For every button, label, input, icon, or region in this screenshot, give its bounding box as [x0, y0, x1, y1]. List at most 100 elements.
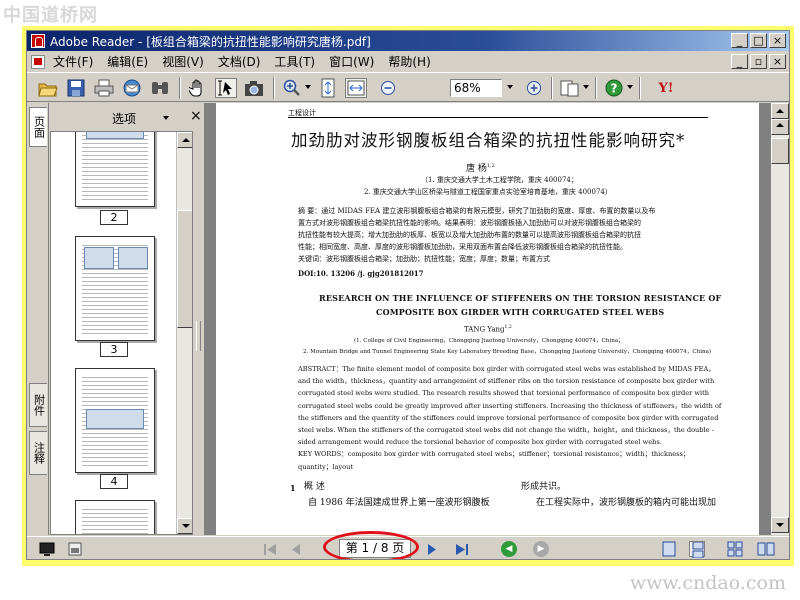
save-icon[interactable]: [65, 78, 87, 98]
thumbnail-label-3[interactable]: 3: [100, 342, 128, 357]
navigation-tabs: 页面 附件 注释: [27, 103, 49, 535]
minimize-button[interactable]: _: [731, 33, 748, 48]
zoom-out-icon[interactable]: [377, 78, 399, 98]
thumb-scroll-down-button[interactable]: [177, 518, 192, 534]
tab-attachments[interactable]: 附件: [29, 383, 47, 427]
menu-help[interactable]: 帮助(H): [388, 53, 430, 70]
paper-title-en-1: RESEARCH ON THE INFLUENCE OF STIFFENERS …: [319, 293, 722, 303]
select-tool-icon[interactable]: [215, 78, 237, 98]
doc-minimize-button[interactable]: _: [731, 54, 748, 69]
open-icon[interactable]: [37, 78, 59, 98]
adobe-reader-icon: [31, 34, 45, 48]
doc-page-up-button[interactable]: [771, 119, 789, 135]
author-cn-superscript: 1,2: [486, 163, 495, 169]
facing-icon[interactable]: [727, 541, 743, 557]
yahoo-label: Y!: [658, 80, 674, 96]
previous-page-icon[interactable]: [291, 543, 301, 556]
doc-close-button[interactable]: ×: [769, 54, 786, 69]
menu-view[interactable]: 视图(V): [162, 53, 204, 70]
toolbar: 68% ? Y!: [27, 72, 789, 102]
go-forward-icon[interactable]: ▶: [533, 541, 549, 557]
thumbnail-page-3[interactable]: [75, 236, 155, 341]
abstract-en-line: the stiffeners and the quantity of the s…: [298, 413, 719, 422]
zoom-dropdown-arrow[interactable]: [507, 85, 513, 89]
keywords-en-1: KEY WORDS：composite box girder with corr…: [298, 450, 690, 459]
document-menu-icon[interactable]: [31, 54, 45, 69]
svg-text:?: ?: [611, 82, 618, 96]
title-bar[interactable]: Adobe Reader - [板组合箱梁的抗扭性能影响研究唐杨.pdf] _ …: [27, 31, 789, 51]
tab-comments[interactable]: 注释: [29, 431, 47, 475]
thumb-scroll-thumb[interactable]: [177, 210, 192, 328]
keywords-cn: 关键词：波形钢腹板组合箱梁；加劲肋；抗扭性能；宽度；厚度；数量；布置方式: [298, 255, 550, 263]
thumbnail-figure: [86, 409, 144, 429]
doc-restore-button[interactable]: ▫: [750, 54, 767, 69]
author-en: TANG Yang1,2: [464, 325, 512, 333]
close-button[interactable]: ×: [769, 33, 786, 48]
pdf-page: 工程设计 加劲肋对波形钢腹板组合箱梁的抗扭性能影响研究* 唐 杨1,2 （1. …: [216, 103, 759, 535]
paper-title-en-2: COMPOSITE BOX GIRDER WITH CORRUGATED STE…: [376, 307, 665, 317]
reader-window: Adobe Reader - [板组合箱梁的抗扭性能影响研究唐杨.pdf] _ …: [26, 30, 790, 560]
fit-page-icon[interactable]: [317, 78, 339, 98]
email-icon[interactable]: [121, 78, 143, 98]
status-bar: 第 1 / 8 页 ◀ ▶: [27, 531, 789, 559]
thumbnail-label-2[interactable]: 2: [100, 210, 128, 225]
section-title: 概 述: [304, 482, 325, 492]
thumbnail-label-4[interactable]: 4: [100, 474, 128, 489]
doc-scroll-down-button[interactable]: [771, 517, 789, 533]
page-layout-icon[interactable]: [559, 78, 581, 98]
keywords-en-2: quantity；layout: [298, 462, 354, 471]
affiliation-cn-2: 2. 重庆交通大学山区桥梁与隧道工程国家重点实验室培育基地，重庆 400074）: [364, 188, 612, 196]
tab-pages[interactable]: 页面: [29, 107, 47, 147]
fit-width-icon[interactable]: [345, 78, 367, 98]
thumbnail-page-2[interactable]: [75, 132, 155, 207]
thumbnail-page-5[interactable]: [75, 500, 155, 534]
hand-tool-icon[interactable]: [187, 78, 209, 98]
menu-edit[interactable]: 编辑(E): [107, 53, 148, 70]
first-page-icon[interactable]: [263, 543, 277, 556]
continuous-facing-icon[interactable]: [757, 541, 775, 557]
doc-scroll-up-button[interactable]: [771, 103, 789, 119]
abstract-cn-line: 性能；相同宽度、高度、厚度的波形钢腹板加劲肋，采用双面布置会降低波形钢腹板组合箱…: [298, 243, 627, 251]
monitor-icon[interactable]: [39, 541, 55, 557]
document-view: 工程设计 加劲肋对波形钢腹板组合箱梁的抗扭性能影响研究* 唐 杨1,2 （1. …: [204, 103, 771, 535]
last-page-icon[interactable]: [455, 543, 469, 556]
help-icon[interactable]: ?: [603, 78, 625, 98]
abstract-en-line: corrugated steel webs were studied. The …: [298, 389, 710, 398]
abstract-en-line: and the width，thickness，quantity and arr…: [298, 377, 715, 386]
options-menu[interactable]: 选项: [112, 110, 136, 127]
thumbnail-figure: [84, 247, 114, 269]
thumbnail-page-4[interactable]: [75, 368, 155, 473]
maximize-button[interactable]: □: [750, 33, 767, 48]
section-number: 1: [290, 483, 296, 493]
watermark-bottom: www.cndao.com: [629, 572, 786, 594]
abstract-cn-line: 摘 要：通过 MIDAS FEA 建立波形钢腹板组合箱梁的有限元模型，研究了加劲…: [298, 207, 656, 215]
thumb-scroll-up-button[interactable]: [177, 132, 192, 148]
search-icon[interactable]: [149, 78, 171, 98]
menu-tools[interactable]: 工具(T): [274, 53, 315, 70]
snapshot-icon[interactable]: [243, 78, 265, 98]
single-page-icon[interactable]: [661, 541, 677, 557]
doc-scroll-thumb[interactable]: [771, 138, 789, 164]
paper-title-cn: 加劲肋对波形钢腹板组合箱梁的抗扭性能影响研究*: [291, 131, 686, 150]
yahoo-icon[interactable]: Y!: [647, 78, 685, 98]
highlight-frame: Adobe Reader - [板组合箱梁的抗扭性能影响研究唐杨.pdf] _ …: [22, 26, 794, 566]
continuous-icon[interactable]: [689, 541, 705, 559]
zoom-input[interactable]: 68%: [450, 79, 502, 97]
next-page-icon[interactable]: [427, 543, 437, 556]
go-back-icon[interactable]: ◀: [501, 541, 517, 557]
panel-splitter[interactable]: [193, 131, 203, 535]
thumbnail-figure: [118, 247, 148, 269]
options-dropdown-arrow[interactable]: [163, 116, 169, 120]
document-scrollbar[interactable]: [771, 103, 789, 535]
thumbnail-scrollbar[interactable]: [176, 132, 192, 534]
menu-window[interactable]: 窗口(W): [329, 53, 374, 70]
zoom-in-icon[interactable]: [523, 78, 545, 98]
menu-bar: 文件(F) 编辑(E) 视图(V) 文档(D) 工具(T) 窗口(W) 帮助(H…: [27, 52, 789, 71]
zoom-in-tool-icon[interactable]: [281, 78, 303, 98]
panel-header: 选项 ×: [50, 103, 205, 131]
print-icon[interactable]: [93, 78, 115, 98]
panel-close-button[interactable]: ×: [190, 108, 202, 124]
menu-file[interactable]: 文件(F): [53, 53, 93, 70]
menu-document[interactable]: 文档(D): [218, 53, 261, 70]
document-size-icon[interactable]: [67, 541, 83, 557]
